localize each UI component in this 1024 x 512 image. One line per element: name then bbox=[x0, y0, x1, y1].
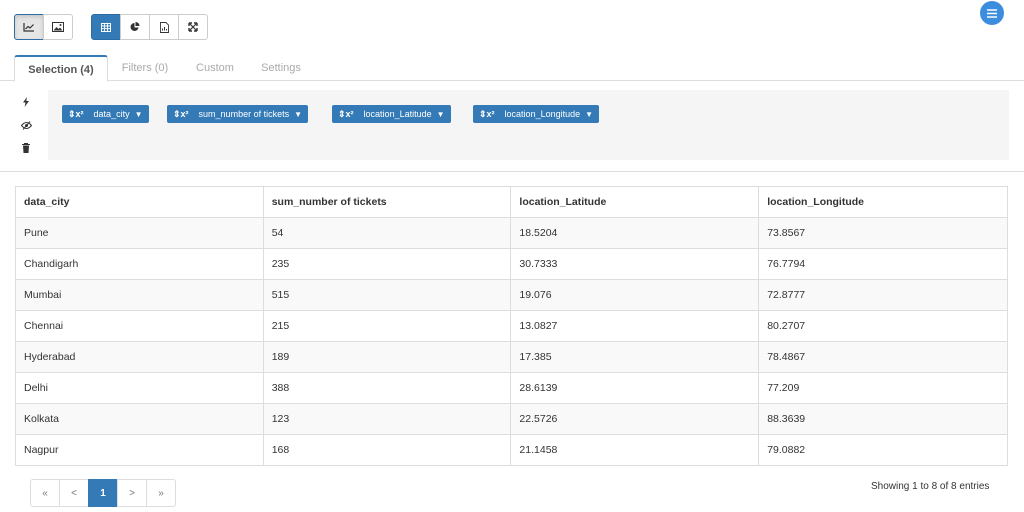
table-cell: 388 bbox=[262, 372, 512, 404]
field-pill-label: location_Latitude bbox=[363, 109, 432, 119]
table-cell: Chennai bbox=[15, 310, 264, 342]
table-cell: 168 bbox=[262, 434, 512, 466]
table-cell: Delhi bbox=[15, 372, 264, 404]
table-cell: 235 bbox=[262, 248, 512, 280]
table-cell: 13.0827 bbox=[510, 310, 760, 342]
table-row: Hyderabad 189 17.385 78.4867 bbox=[15, 341, 1008, 373]
table-cell: 21.1458 bbox=[510, 434, 760, 466]
view-mode-group bbox=[14, 14, 73, 40]
field-pill-latitude[interactable]: ⇕x² location_Latitude ▼ bbox=[332, 105, 451, 123]
sort-square-icon: ⇕x² bbox=[173, 108, 189, 119]
image-button[interactable] bbox=[43, 14, 73, 40]
expand-icon bbox=[188, 22, 198, 32]
line-chart-icon bbox=[23, 23, 34, 32]
field-pill-label: sum_number of tickets bbox=[198, 109, 290, 119]
pie-chart-button[interactable] bbox=[120, 14, 150, 40]
next-page-button[interactable]: > bbox=[117, 479, 147, 507]
tab-filters[interactable]: Filters (0) bbox=[110, 55, 180, 81]
caret-down-icon: ▼ bbox=[585, 109, 594, 119]
table-row: Pune 54 18.5204 73.8567 bbox=[15, 217, 1008, 249]
table-cell: 215 bbox=[262, 310, 512, 342]
table-cell: 18.5204 bbox=[510, 217, 760, 249]
table-cell: Chandigarh bbox=[15, 248, 264, 280]
table-cell: Kolkata bbox=[15, 403, 264, 435]
table-cell: 72.8777 bbox=[758, 279, 1008, 311]
tab-selection[interactable]: Selection (4) bbox=[14, 55, 108, 82]
report-button[interactable] bbox=[149, 14, 179, 40]
table-row: Mumbai 515 19.076 72.8777 bbox=[15, 279, 1008, 311]
main-menu-button[interactable] bbox=[980, 1, 1004, 25]
table-cell: Pune bbox=[15, 217, 264, 249]
pie-chart-icon bbox=[130, 22, 140, 31]
caret-down-icon: ▼ bbox=[134, 109, 143, 119]
file-chart-icon bbox=[159, 21, 169, 33]
sort-square-icon: ⇕x² bbox=[338, 108, 354, 119]
output-mode-group bbox=[91, 14, 208, 40]
column-header[interactable]: sum_number of tickets bbox=[262, 186, 512, 218]
tab-custom[interactable]: Custom bbox=[183, 55, 247, 81]
first-page-button[interactable]: « bbox=[30, 479, 60, 507]
table-row: Kolkata 123 22.5726 88.3639 bbox=[15, 403, 1008, 435]
eye-slash-icon[interactable] bbox=[19, 118, 33, 132]
table-row: Chandigarh 235 30.7333 76.7794 bbox=[15, 248, 1008, 280]
field-pill-longitude[interactable]: ⇕x² location_Longitude ▼ bbox=[473, 105, 600, 123]
hamburger-menu-icon bbox=[987, 8, 997, 18]
table-cell: 78.4867 bbox=[758, 341, 1008, 373]
table-cell: Hyderabad bbox=[15, 341, 264, 373]
table-cell: Mumbai bbox=[15, 279, 264, 311]
table-cell: 189 bbox=[262, 341, 512, 373]
field-pill-label: location_Longitude bbox=[504, 109, 581, 119]
fullscreen-button[interactable] bbox=[178, 14, 208, 40]
pagination: « < 1 > » bbox=[30, 479, 176, 507]
table-cell: 76.7794 bbox=[758, 248, 1008, 280]
entries-info: Showing 1 to 8 of 8 entries bbox=[871, 481, 990, 492]
field-pill-label: data_city bbox=[93, 109, 130, 119]
column-header[interactable]: location_Latitude bbox=[510, 186, 760, 218]
caret-down-icon: ▼ bbox=[436, 109, 445, 119]
caret-down-icon: ▼ bbox=[294, 109, 303, 119]
table-cell: 19.076 bbox=[510, 279, 760, 311]
table-cell: Nagpur bbox=[15, 434, 264, 466]
table-cell: 17.385 bbox=[510, 341, 760, 373]
last-page-button[interactable]: » bbox=[146, 479, 176, 507]
table-cell: 123 bbox=[262, 403, 512, 435]
image-icon bbox=[52, 22, 64, 32]
table-cell: 28.6139 bbox=[510, 372, 760, 404]
trash-icon[interactable] bbox=[19, 141, 33, 155]
field-pill-data-city[interactable]: ⇕x² data_city ▼ bbox=[62, 105, 149, 123]
previous-page-button[interactable]: < bbox=[59, 479, 89, 507]
table-header-row: data_city sum_number of tickets location… bbox=[15, 186, 1008, 218]
selection-panel: ⇕x² data_city ▼ ⇕x² sum_number of ticket… bbox=[48, 90, 1009, 160]
table-row: Nagpur 168 21.1458 79.0882 bbox=[15, 434, 1008, 466]
table-cell: 515 bbox=[262, 279, 512, 311]
data-table: data_city sum_number of tickets location… bbox=[15, 186, 1008, 466]
sort-square-icon: ⇕x² bbox=[479, 108, 495, 119]
table-cell: 22.5726 bbox=[510, 403, 760, 435]
table-cell: 88.3639 bbox=[758, 403, 1008, 435]
bolt-icon[interactable] bbox=[19, 95, 33, 109]
table-icon bbox=[101, 22, 111, 32]
table-row: Chennai 215 13.0827 80.2707 bbox=[15, 310, 1008, 342]
table-cell: 30.7333 bbox=[510, 248, 760, 280]
table-cell: 80.2707 bbox=[758, 310, 1008, 342]
current-page-button[interactable]: 1 bbox=[88, 479, 118, 507]
table-view-button[interactable] bbox=[91, 14, 121, 40]
tab-bar: Selection (4) Filters (0) Custom Setting… bbox=[0, 55, 1024, 82]
tab-settings[interactable]: Settings bbox=[250, 55, 312, 81]
line-chart-button[interactable] bbox=[14, 14, 44, 40]
table-cell: 54 bbox=[262, 217, 512, 249]
table-cell: 79.0882 bbox=[758, 434, 1008, 466]
column-header[interactable]: data_city bbox=[15, 186, 264, 218]
table-cell: 73.8567 bbox=[758, 217, 1008, 249]
table-cell: 77.209 bbox=[758, 372, 1008, 404]
field-pill-sum-tickets[interactable]: ⇕x² sum_number of tickets ▼ bbox=[167, 105, 309, 123]
sort-square-icon: ⇕x² bbox=[68, 108, 84, 119]
column-header[interactable]: location_Longitude bbox=[758, 186, 1008, 218]
divider bbox=[0, 171, 1024, 172]
table-row: Delhi 388 28.6139 77.209 bbox=[15, 372, 1008, 404]
